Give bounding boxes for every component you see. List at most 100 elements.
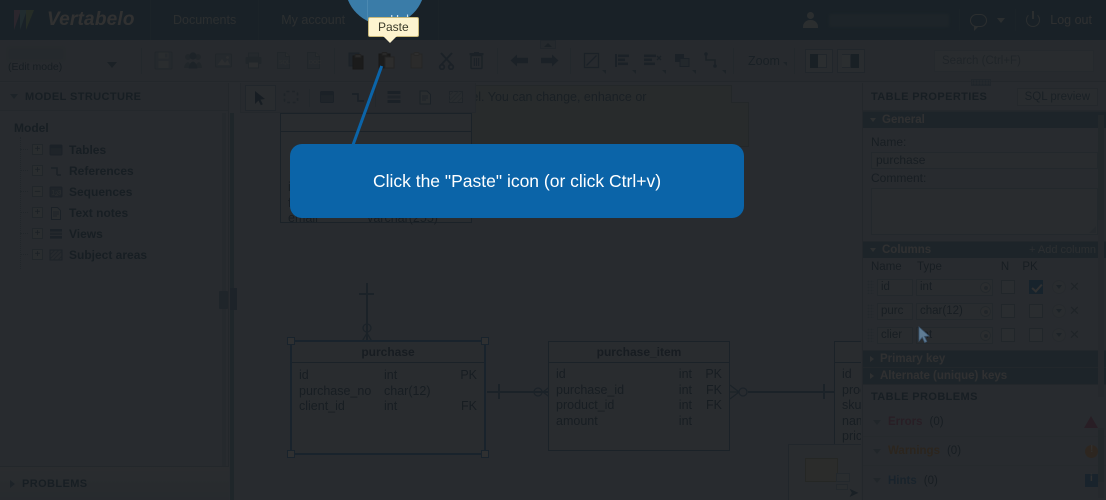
power-icon[interactable] bbox=[1026, 11, 1041, 27]
new-table-icon[interactable] bbox=[312, 85, 343, 111]
expander-icon[interactable]: + bbox=[32, 207, 43, 218]
column-name-input[interactable]: purc bbox=[877, 302, 913, 320]
delete-icon[interactable] bbox=[461, 46, 491, 76]
chevron-down-icon[interactable] bbox=[873, 448, 881, 454]
gear-icon[interactable] bbox=[980, 305, 991, 317]
sidebar-item-text-notes[interactable]: + Text notes bbox=[14, 202, 228, 223]
problems-panel-header[interactable]: PROBLEMS bbox=[0, 466, 229, 500]
expander-icon[interactable]: – bbox=[32, 186, 43, 197]
model-structure-header[interactable]: MODEL STRUCTURE bbox=[0, 83, 228, 111]
drag-handle-icon[interactable] bbox=[867, 280, 874, 294]
gear-icon[interactable] bbox=[980, 281, 991, 293]
zoom-button[interactable]: Zoom bbox=[740, 54, 788, 68]
minimap-viewport[interactable] bbox=[805, 458, 838, 482]
dropdown-indicator[interactable] bbox=[782, 61, 787, 66]
document-mode-selector[interactable]: (Edit mode) bbox=[0, 48, 135, 73]
column-menu-icon[interactable] bbox=[1052, 304, 1066, 318]
right-panel-scrollbar-thumb[interactable] bbox=[1098, 115, 1104, 220]
brand-logo[interactable]: Vertabelo bbox=[0, 9, 150, 31]
toggle-right-panel-button[interactable] bbox=[836, 48, 865, 73]
table-comment-textarea[interactable] bbox=[871, 188, 1098, 235]
table-product-header[interactable] bbox=[835, 342, 861, 363]
chevron-right-icon[interactable] bbox=[870, 356, 874, 362]
table-name-input[interactable]: purchase bbox=[871, 152, 1098, 169]
problem-row-warnings[interactable]: Warnings (0) bbox=[863, 437, 1106, 466]
resize-handle-sw[interactable] bbox=[287, 450, 295, 458]
resize-handle-se[interactable] bbox=[481, 450, 489, 458]
chevron-down-icon[interactable] bbox=[10, 94, 18, 99]
chevron-down-icon[interactable] bbox=[873, 478, 881, 483]
column-pk-checkbox[interactable] bbox=[1029, 280, 1043, 294]
sidebar-item-subject-areas[interactable]: + Subject areas bbox=[14, 244, 228, 265]
chat-bubble-icon[interactable] bbox=[970, 13, 988, 31]
column-pk-checkbox[interactable] bbox=[1029, 328, 1043, 342]
sidebar-scrollbar-thumb[interactable] bbox=[219, 291, 228, 309]
duplicate-icon[interactable] bbox=[401, 46, 431, 76]
table-client-header[interactable] bbox=[281, 114, 471, 132]
cut-icon[interactable] bbox=[431, 46, 461, 76]
column-nullable-checkbox[interactable] bbox=[1001, 304, 1015, 318]
dropdown-indicator[interactable] bbox=[692, 69, 696, 74]
column-name-input[interactable]: clier bbox=[877, 326, 913, 344]
table-purchase[interactable]: purchase id int PK purchase_no char(12) cli… bbox=[287, 337, 489, 458]
drag-handle-icon[interactable] bbox=[867, 328, 874, 342]
search-input[interactable]: Search (Ctrl+F) bbox=[934, 49, 1094, 72]
section-primary-key-header[interactable]: Primary key bbox=[863, 350, 1106, 367]
add-column-button[interactable]: + Add column bbox=[1029, 244, 1106, 256]
column-nullable-checkbox[interactable] bbox=[1001, 280, 1015, 294]
nav-link-my-account[interactable]: My account bbox=[259, 0, 369, 40]
canvas-minimap[interactable]: ➤ bbox=[788, 444, 861, 500]
expander-icon[interactable]: + bbox=[32, 144, 43, 155]
dropdown-indicator[interactable] bbox=[602, 69, 606, 74]
export-doc-icon[interactable]: DOC bbox=[298, 46, 328, 76]
column-menu-icon[interactable] bbox=[1052, 328, 1066, 342]
select-icon[interactable] bbox=[245, 84, 276, 111]
column-nullable-checkbox[interactable] bbox=[1001, 328, 1015, 342]
table-purchase-header[interactable]: purchase bbox=[292, 342, 484, 363]
redo-icon[interactable] bbox=[534, 46, 564, 76]
align-icon[interactable] bbox=[607, 46, 637, 76]
column-row[interactable]: purc char(12) ✕ bbox=[867, 299, 1102, 323]
column-name-input[interactable]: id bbox=[877, 278, 913, 296]
edit-icon[interactable] bbox=[577, 46, 607, 76]
section-general-header[interactable]: General bbox=[863, 111, 1106, 128]
resize-handle-ne[interactable] bbox=[481, 337, 489, 345]
chevron-down-icon[interactable] bbox=[870, 248, 876, 252]
problem-row-hints[interactable]: Hints (0) bbox=[863, 466, 1106, 495]
chevron-right-icon[interactable] bbox=[870, 373, 874, 379]
export-sql-icon[interactable]: SQL bbox=[268, 46, 298, 76]
problems-scrollbar-thumb[interactable] bbox=[1098, 430, 1104, 482]
export-image-icon[interactable] bbox=[208, 46, 238, 76]
sidebar-item-views[interactable]: + Views bbox=[14, 223, 228, 244]
column-menu-icon[interactable] bbox=[1052, 280, 1066, 294]
section-columns-header[interactable]: Columns + Add column bbox=[863, 241, 1106, 258]
sql-preview-button[interactable]: SQL preview bbox=[1016, 87, 1098, 106]
toggle-left-panel-button[interactable] bbox=[804, 48, 833, 73]
save-icon[interactable] bbox=[148, 46, 178, 76]
table-purchase-item-header[interactable]: purchase_item bbox=[549, 342, 729, 363]
column-delete-icon[interactable]: ✕ bbox=[1069, 280, 1080, 293]
expander-icon[interactable]: + bbox=[32, 249, 43, 260]
minimap-expand-icon[interactable]: ➤ bbox=[848, 486, 859, 499]
column-delete-icon[interactable]: ✕ bbox=[1069, 328, 1080, 341]
resize-handle-nw[interactable] bbox=[287, 337, 295, 345]
table-purchase-item[interactable]: purchase_item id int PK purchase_id int FK p… bbox=[548, 341, 730, 451]
dropdown-indicator[interactable] bbox=[722, 69, 726, 74]
column-row[interactable]: clier int ✕ bbox=[867, 323, 1102, 347]
undo-icon[interactable] bbox=[504, 46, 534, 76]
marquee-icon[interactable] bbox=[276, 85, 307, 111]
chevron-down-icon[interactable] bbox=[873, 419, 881, 425]
column-type-input[interactable]: char(12) bbox=[916, 302, 993, 320]
dropdown-indicator[interactable] bbox=[662, 69, 666, 74]
relation-line-item-product[interactable] bbox=[748, 391, 834, 393]
arrange-icon[interactable] bbox=[667, 46, 697, 76]
share-icon[interactable] bbox=[178, 46, 208, 76]
column-type-input[interactable]: int bbox=[916, 278, 993, 296]
sidebar-item-tables[interactable]: + Tables bbox=[14, 139, 228, 160]
tutorial-callout[interactable]: Click the "Paste" icon (or click Ctrl+v) bbox=[290, 144, 744, 218]
chevron-down-icon[interactable] bbox=[997, 17, 1006, 23]
chevron-right-icon[interactable] bbox=[10, 479, 15, 488]
new-view-icon[interactable] bbox=[378, 85, 409, 111]
toolbar-collapse-handle[interactable] bbox=[540, 40, 556, 49]
sidebar-item-references[interactable]: + References bbox=[14, 160, 228, 181]
